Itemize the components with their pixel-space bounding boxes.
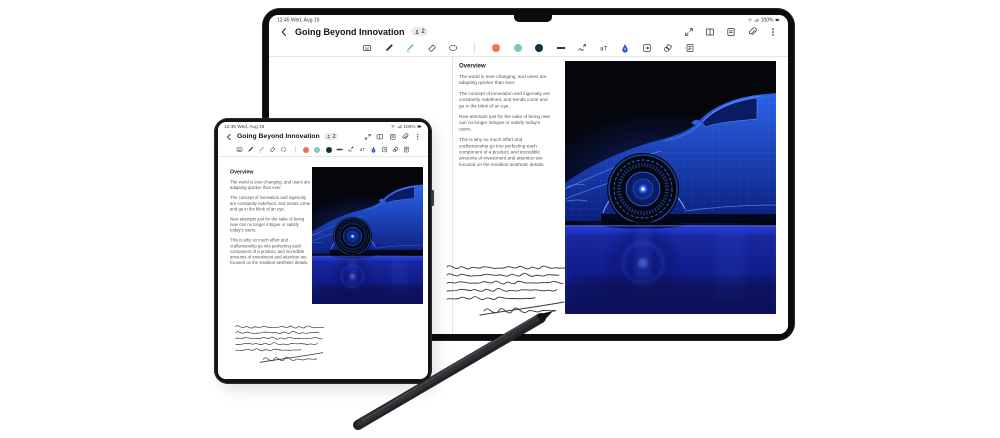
stroke-width-icon[interactable] bbox=[556, 43, 566, 53]
wifi-icon bbox=[390, 124, 395, 129]
status-icons: 100% bbox=[748, 17, 780, 23]
note-header: Going Beyond Innovation 2 bbox=[269, 24, 788, 39]
highlighter-tool-icon[interactable] bbox=[258, 146, 265, 153]
shared-count: 2 bbox=[333, 134, 336, 140]
note-title: Going Beyond Innovation bbox=[295, 27, 405, 37]
shared-users-badge[interactable]: 2 bbox=[411, 27, 429, 36]
phone-side-button bbox=[431, 190, 434, 206]
signal-icon bbox=[754, 18, 759, 23]
phone-screen: 12:45 Wed, Aug 19 100% Going Beyond Inno… bbox=[218, 122, 428, 379]
page-list-icon[interactable] bbox=[726, 27, 736, 37]
pen-tool-icon[interactable] bbox=[384, 43, 394, 53]
expand-icon[interactable] bbox=[684, 27, 694, 37]
color-swatch-coral[interactable] bbox=[491, 43, 501, 53]
attachment-icon[interactable] bbox=[401, 133, 409, 141]
header-actions bbox=[364, 133, 422, 141]
battery-percent: 100% bbox=[761, 17, 774, 23]
text-style-icon[interactable]: aT bbox=[359, 146, 366, 153]
note-paragraph: The concept of innovation and ingenuity … bbox=[230, 195, 312, 212]
page-settings-icon[interactable] bbox=[403, 146, 410, 153]
battery-icon bbox=[417, 124, 422, 129]
tablet-camera-notch bbox=[514, 15, 552, 22]
status-time-date: 12:45 Wed, Aug 19 bbox=[277, 17, 319, 23]
signal-icon bbox=[397, 124, 402, 129]
split-view-icon[interactable] bbox=[705, 27, 715, 37]
stroke-width-icon[interactable] bbox=[336, 146, 343, 153]
note-title: Going Beyond Innovation bbox=[237, 133, 320, 140]
pen-tool-icon[interactable] bbox=[247, 146, 254, 153]
attachment-icon[interactable] bbox=[747, 27, 757, 37]
shapes-icon[interactable] bbox=[663, 43, 673, 53]
drawing-toolbar: aT bbox=[269, 39, 788, 56]
keyboard-tool-icon[interactable] bbox=[362, 43, 372, 53]
note-paragraph: New attempts just for the sake of being … bbox=[459, 114, 551, 133]
note-paragraph: The concept of innovation and ingenuity … bbox=[459, 90, 551, 109]
battery-percent: 100% bbox=[403, 124, 415, 130]
battery-icon bbox=[775, 18, 780, 23]
svg-text:aT: aT bbox=[600, 45, 607, 52]
lasso-select-tool-icon[interactable] bbox=[280, 146, 287, 153]
text-style-icon[interactable]: aT bbox=[599, 43, 609, 53]
note-heading: Overview bbox=[459, 62, 551, 69]
handwritten-ink-note[interactable] bbox=[441, 257, 583, 321]
status-icons: 100% bbox=[390, 124, 422, 130]
tool-group-divider bbox=[470, 43, 480, 53]
note-heading: Overview bbox=[230, 169, 312, 175]
note-text-column[interactable]: Overview The world is ever-changing, and… bbox=[459, 62, 551, 282]
note-paragraph: New attempts just for the sake of being … bbox=[230, 216, 312, 233]
page-template-icon[interactable] bbox=[381, 146, 388, 153]
split-view-icon[interactable] bbox=[376, 133, 384, 141]
note-paragraph: This is why so much effort and craftsman… bbox=[230, 238, 312, 266]
foldable-phone-device: 12:45 Wed, Aug 19 100% Going Beyond Inno… bbox=[214, 118, 432, 384]
color-swatch-navy[interactable] bbox=[534, 43, 544, 53]
car-wireframe-image[interactable] bbox=[565, 61, 776, 314]
keyboard-tool-icon[interactable] bbox=[236, 146, 243, 153]
car-wireframe-image[interactable] bbox=[312, 167, 423, 304]
shapes-icon[interactable] bbox=[392, 146, 399, 153]
note-header: Going Beyond Innovation 2 bbox=[218, 130, 428, 143]
handwritten-ink-note[interactable] bbox=[232, 319, 336, 367]
handwriting-to-text-icon[interactable] bbox=[347, 146, 354, 153]
eraser-tool-icon[interactable] bbox=[269, 146, 276, 153]
more-options-icon[interactable] bbox=[768, 27, 778, 37]
phone-status-bar: 12:45 Wed, Aug 19 100% bbox=[218, 122, 428, 130]
page-template-icon[interactable] bbox=[642, 43, 652, 53]
svg-text:aT: aT bbox=[359, 147, 364, 152]
drawing-toolbar: aT bbox=[218, 143, 428, 156]
person-icon bbox=[326, 134, 331, 139]
page-list-icon[interactable] bbox=[389, 133, 397, 141]
shared-users-badge[interactable]: 2 bbox=[324, 133, 338, 140]
highlighter-tool-icon[interactable] bbox=[405, 43, 415, 53]
favorite-pens-icon[interactable] bbox=[620, 43, 630, 53]
color-swatch-coral[interactable] bbox=[303, 146, 310, 153]
tool-group-divider bbox=[292, 146, 299, 153]
shared-count: 2 bbox=[422, 29, 425, 35]
lasso-select-tool-icon[interactable] bbox=[448, 43, 458, 53]
wifi-icon bbox=[748, 18, 753, 23]
note-paragraph: The world is ever-changing, and users ar… bbox=[230, 180, 312, 191]
page-settings-icon[interactable] bbox=[685, 43, 695, 53]
color-swatch-mint[interactable] bbox=[513, 43, 523, 53]
note-paragraph: The world is ever-changing, and users ar… bbox=[459, 74, 551, 86]
eraser-tool-icon[interactable] bbox=[427, 43, 437, 53]
more-options-icon[interactable] bbox=[414, 133, 422, 141]
favorite-pens-icon[interactable] bbox=[370, 146, 377, 153]
back-button[interactable] bbox=[225, 133, 233, 141]
color-swatch-mint[interactable] bbox=[314, 146, 321, 153]
person-icon bbox=[414, 29, 420, 35]
note-paragraph: This is why so much effort and craftsman… bbox=[459, 137, 551, 168]
note-page[interactable]: Overview The world is ever-changing, and… bbox=[218, 157, 428, 379]
handwriting-to-text-icon[interactable] bbox=[577, 43, 587, 53]
scene: 12:45 Wed, Aug 19 100% Going Beyond Inno… bbox=[0, 0, 1000, 438]
color-swatch-navy[interactable] bbox=[325, 146, 332, 153]
header-actions bbox=[684, 27, 778, 37]
status-time-date: 12:45 Wed, Aug 19 bbox=[224, 124, 264, 130]
expand-icon[interactable] bbox=[364, 133, 372, 141]
back-button[interactable] bbox=[279, 27, 289, 37]
